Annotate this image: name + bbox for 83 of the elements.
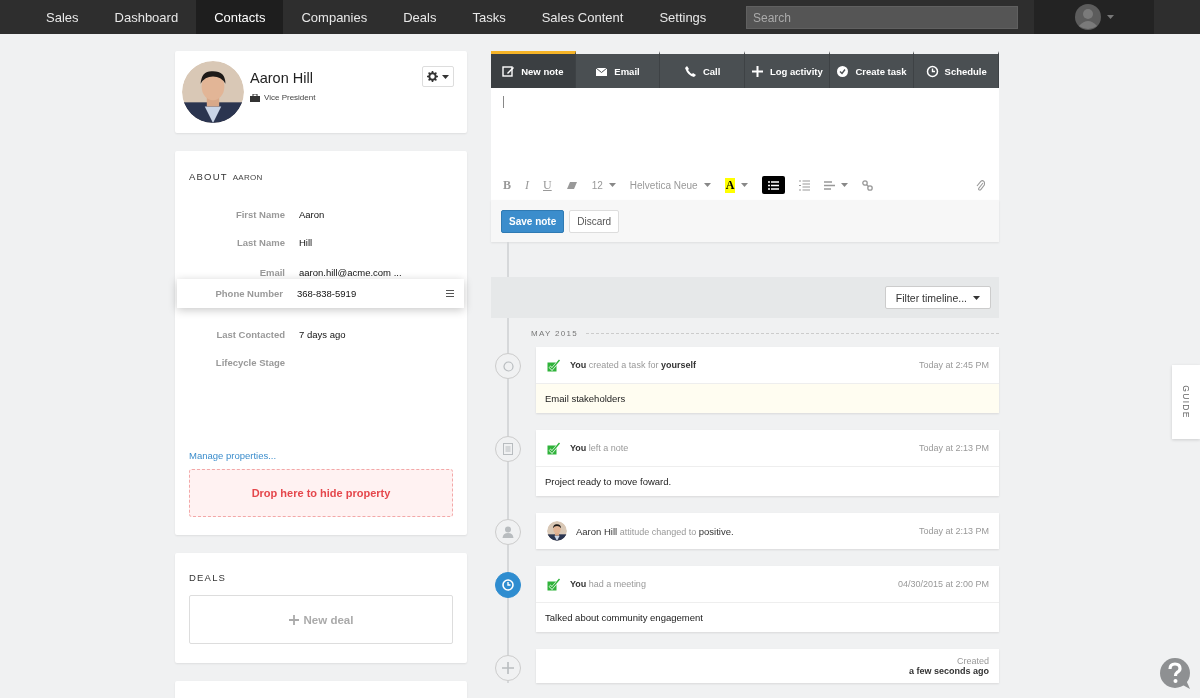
section-heading: DEALS bbox=[189, 572, 227, 583]
avatar-icon bbox=[1074, 4, 1101, 30]
caret-icon bbox=[1106, 15, 1114, 19]
guide-tab[interactable]: GUIDE bbox=[1172, 365, 1200, 439]
property-value: Aaron bbox=[299, 208, 326, 220]
drag-handle-icon[interactable] bbox=[446, 290, 454, 297]
nav-tab[interactable]: Companies bbox=[283, 0, 386, 34]
caret-icon bbox=[442, 74, 449, 79]
property-value: 368-838-5919 bbox=[297, 288, 358, 299]
note-editor[interactable]: B I U 12 Helvetica Neue A bbox=[491, 88, 999, 200]
bulleted-list-button[interactable] bbox=[762, 176, 786, 194]
checkbox-icon bbox=[547, 358, 561, 372]
link-icon[interactable] bbox=[862, 179, 874, 191]
clock-icon bbox=[925, 64, 939, 78]
save-note-button[interactable]: Save note bbox=[501, 209, 565, 233]
property-label: Phone Number bbox=[214, 288, 283, 299]
activity-summary: You created a task for yourself bbox=[570, 360, 697, 370]
align-dropdown[interactable] bbox=[824, 180, 849, 190]
activity-summary: You had a meeting bbox=[570, 579, 647, 589]
property-value: Hill bbox=[299, 236, 314, 248]
activity-details: Talked about community engagement bbox=[536, 602, 999, 632]
property-label: Lifecycle Stage bbox=[214, 356, 285, 368]
property-value: aaron.hill@acme.com ... bbox=[299, 267, 403, 278]
plus-icon bbox=[288, 614, 299, 625]
drop-zone: Drop here to hide property bbox=[189, 469, 453, 517]
check-circle-icon bbox=[836, 64, 850, 78]
briefcase-icon bbox=[250, 93, 260, 102]
job-title: Vice President bbox=[264, 93, 316, 102]
phone-icon bbox=[683, 64, 697, 78]
settings-icon bbox=[427, 71, 438, 82]
activity-time: Today at 2:13 PM bbox=[918, 443, 989, 453]
nav-tab[interactable]: Tasks bbox=[454, 0, 524, 34]
circle-icon bbox=[502, 360, 514, 372]
activity-time: 04/30/2015 at 2:00 PM bbox=[897, 579, 989, 589]
month-label: MAY 2015 bbox=[531, 329, 579, 338]
discard-button[interactable]: Discard bbox=[569, 209, 620, 233]
caret-icon bbox=[703, 183, 711, 187]
property-label: First Name bbox=[234, 208, 285, 220]
settings-dropdown[interactable] bbox=[422, 66, 454, 87]
checkbox-icon bbox=[547, 577, 561, 591]
activity-time: Today at 2:45 PM bbox=[918, 360, 989, 370]
filter-timeline-dropdown[interactable]: Filter timeline... bbox=[884, 286, 991, 309]
contact-first-name: AARON bbox=[232, 173, 263, 182]
help-icon[interactable] bbox=[1159, 658, 1193, 690]
section-heading: ABOUT bbox=[189, 171, 228, 182]
caret-icon bbox=[741, 183, 749, 187]
activity-summary: Aaron Hill attitude changed to positive. bbox=[576, 525, 735, 537]
contact-name: Aaron Hill bbox=[250, 70, 314, 86]
activity-summary: Created a few seconds ago bbox=[907, 656, 989, 676]
search-field[interactable]: Search bbox=[746, 6, 1018, 29]
clock-icon bbox=[502, 579, 514, 591]
property-label: Email bbox=[258, 267, 285, 278]
user-menu[interactable] bbox=[1034, 0, 1154, 34]
caret-icon bbox=[841, 183, 849, 187]
activity-details: Email stakeholders bbox=[536, 383, 999, 413]
dragged-property-row[interactable]: Phone Number 368-838-5919 bbox=[177, 279, 464, 308]
person-icon bbox=[502, 526, 514, 538]
caret-icon bbox=[973, 295, 980, 300]
property-label: Last Contacted bbox=[215, 328, 285, 340]
checkbox-icon bbox=[547, 441, 561, 455]
eraser-icon[interactable] bbox=[565, 180, 578, 190]
align-left-icon bbox=[824, 180, 836, 190]
pencil-square-icon bbox=[502, 64, 516, 78]
plus-icon bbox=[502, 662, 514, 674]
composer-tab[interactable]: New note bbox=[491, 51, 576, 88]
nav-tab[interactable]: Contacts bbox=[196, 0, 284, 34]
manage-properties-link[interactable]: Manage properties... bbox=[189, 450, 277, 461]
text-color-dropdown[interactable]: A bbox=[724, 177, 749, 193]
nav-tab[interactable]: Sales Content bbox=[523, 0, 642, 34]
nav-tab[interactable]: Deals bbox=[385, 0, 455, 34]
activity-summary: You left a note bbox=[570, 443, 630, 453]
caret-icon bbox=[608, 183, 616, 187]
plus-icon bbox=[750, 64, 764, 78]
activity-details: Project ready to move foward. bbox=[536, 466, 999, 496]
activity-time: Today at 2:13 PM bbox=[918, 526, 989, 536]
property-value: 7 days ago bbox=[299, 328, 347, 340]
paperclip-icon[interactable] bbox=[976, 179, 985, 191]
property-label: Last Name bbox=[235, 236, 285, 248]
nav-tab[interactable]: Dashboard bbox=[96, 0, 197, 34]
nav-tab[interactable]: Sales bbox=[28, 0, 97, 34]
nav-tab[interactable]: Settings bbox=[641, 0, 725, 34]
list-icon bbox=[768, 180, 780, 190]
note-icon bbox=[503, 443, 513, 455]
